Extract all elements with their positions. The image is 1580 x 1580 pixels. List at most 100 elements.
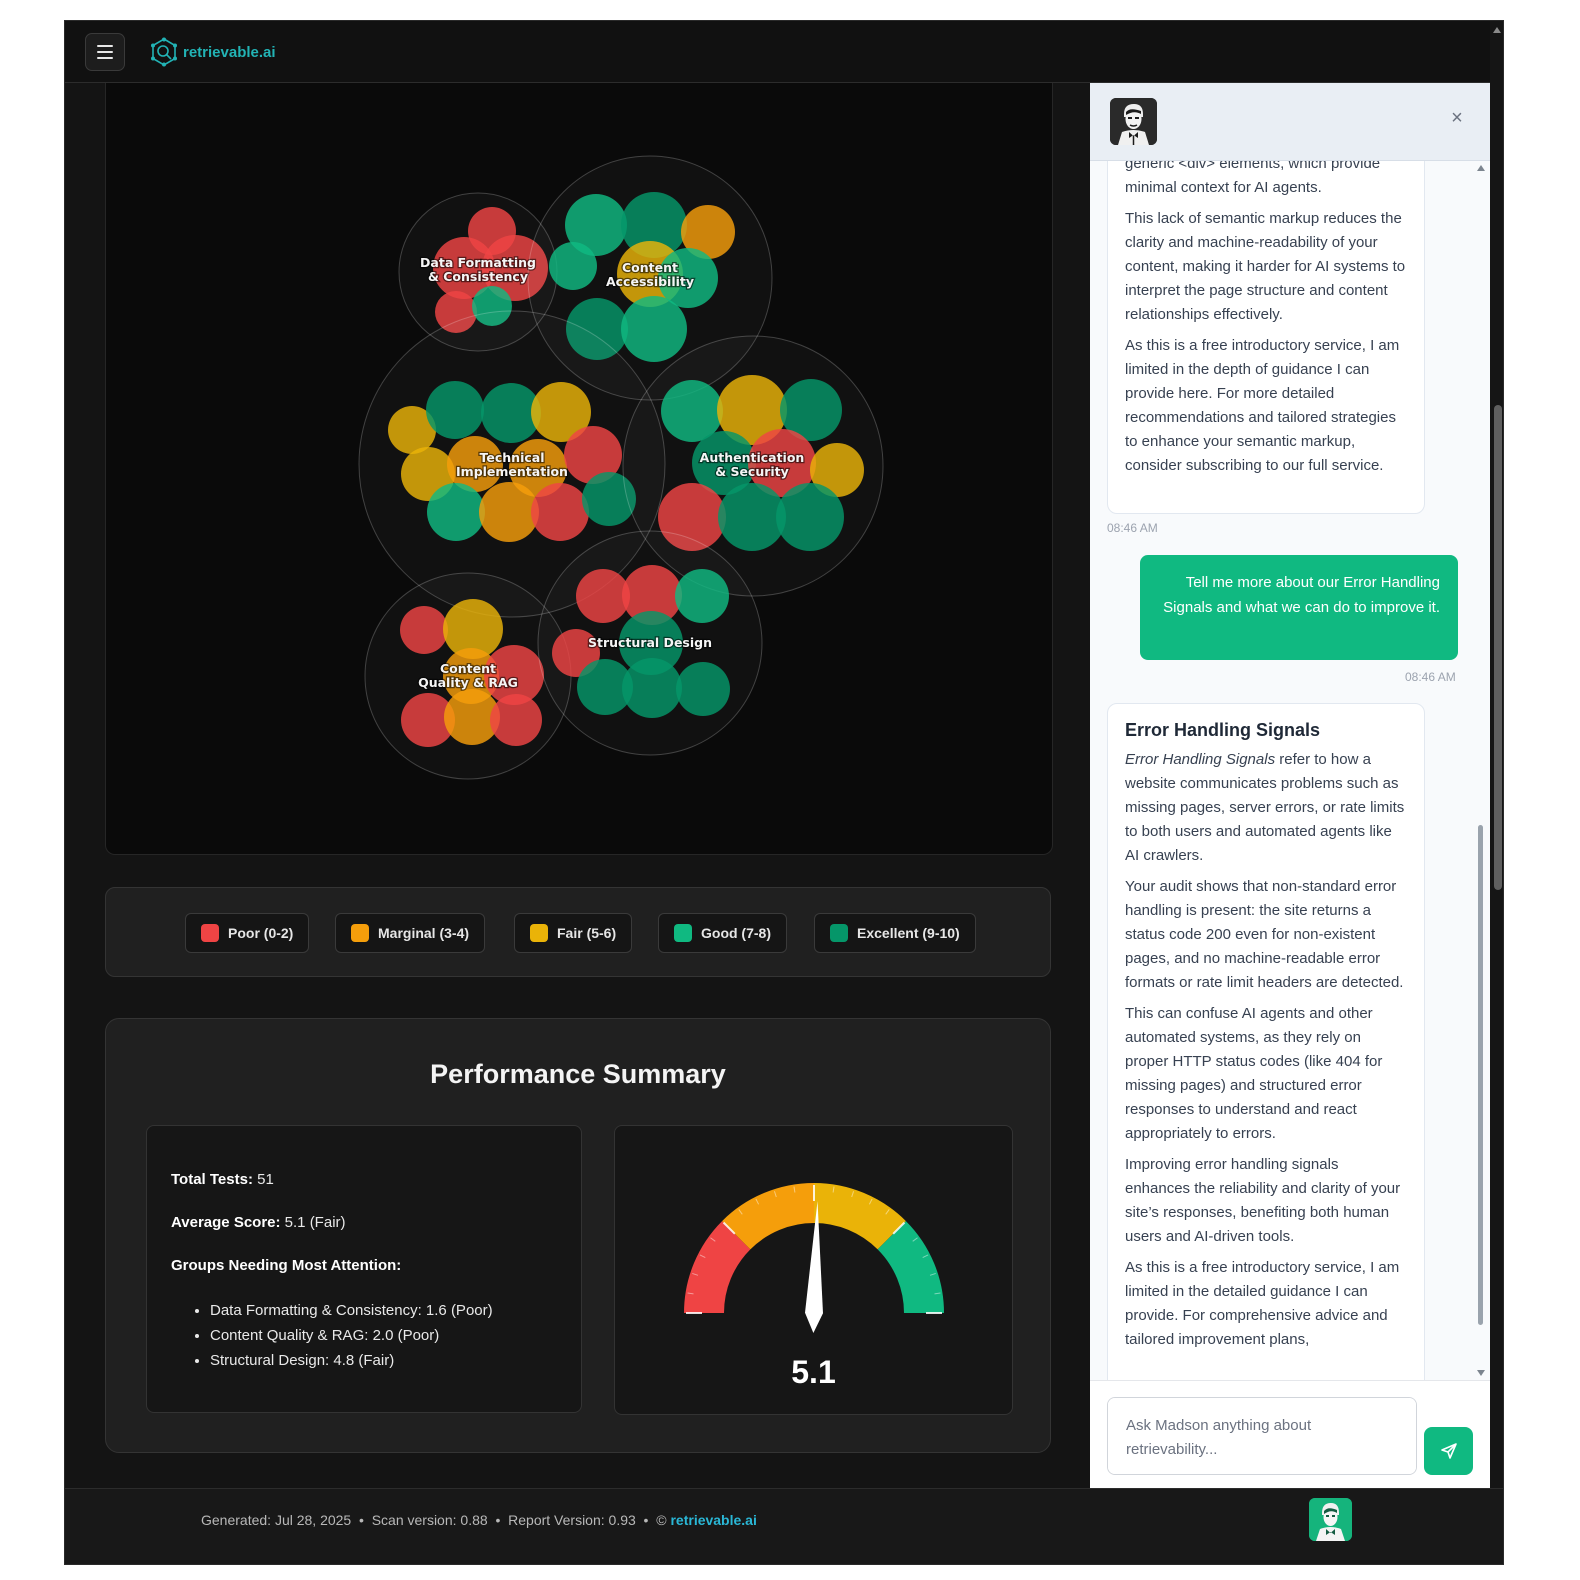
test-bubble[interactable] <box>531 483 589 541</box>
brand-logo[interactable]: retrievable.ai <box>149 37 276 67</box>
user-message: Tell me more about our Error Handling Si… <box>1140 555 1458 660</box>
bubble-group[interactable]: ContentQuality & RAG <box>364 572 572 780</box>
message-paragraph: As this is a free introductory service, … <box>1125 1259 1400 1348</box>
group-label: Accessibility <box>606 274 694 289</box>
chat-header: × <box>1090 83 1490 161</box>
message-text: generic <div> elements, which provide <box>1125 161 1381 172</box>
brand-name: retrievable.ai <box>183 43 276 61</box>
assistant-launcher-button[interactable] <box>1309 1498 1352 1541</box>
assistant-message: generic <div> elements, which provide min… <box>1107 161 1425 514</box>
performance-summary-panel: Performance Summary Total Tests: 51 Aver… <box>105 1018 1051 1453</box>
total-tests-line: Total Tests: 51 <box>171 1171 274 1188</box>
message-paragraph: Your audit shows that non-standard error… <box>1125 878 1404 991</box>
send-button[interactable] <box>1424 1427 1473 1475</box>
test-bubble[interactable] <box>661 380 723 442</box>
attention-list: Data Formatting & Consistency: 1.6 (Poor… <box>210 1298 493 1373</box>
legend-item[interactable]: Marginal (3-4) <box>335 913 486 953</box>
score-gauge <box>684 1183 944 1333</box>
test-bubble[interactable] <box>479 482 539 542</box>
scroll-down-icon[interactable] <box>1477 1370 1485 1376</box>
chat-close-button[interactable]: × <box>1446 107 1468 129</box>
footer-link[interactable]: retrievable.ai <box>670 1512 756 1528</box>
legend-item[interactable]: Fair (5-6) <box>514 913 633 953</box>
legend-swatch <box>674 924 692 942</box>
test-bubble[interactable] <box>400 606 448 654</box>
main-content: Data Formatting & Consistency Content Acces… <box>65 83 1090 1488</box>
bubble-group[interactable]: Structural Design <box>537 530 763 756</box>
assistant-portrait-icon <box>1110 98 1157 145</box>
assistant-message: Error Handling Signals Error Handling Si… <box>1107 703 1425 1380</box>
scroll-up-icon[interactable] <box>1493 27 1501 33</box>
message-paragraph: Improving error handling signals enhance… <box>1125 1156 1401 1245</box>
legend-swatch <box>201 924 219 942</box>
attention-item: Structural Design: 4.8 (Fair) <box>210 1348 493 1373</box>
legend-panel: Poor (0-2) Marginal (3-4) Fair (5-6) Good (… <box>105 887 1051 977</box>
test-bubble[interactable] <box>776 483 844 551</box>
message-text: minimal context for AI agents. <box>1125 179 1322 196</box>
chat-messages: generic <div> elements, which provide min… <box>1090 161 1490 1380</box>
legend-swatch <box>530 924 548 942</box>
legend-label: Marginal (3-4) <box>378 925 470 941</box>
page-scrollbar-thumb[interactable] <box>1494 405 1502 890</box>
message-paragraph: This lack of semantic markup reduces the… <box>1125 210 1406 323</box>
message-paragraph: This can confuse AI agents and other aut… <box>1125 1005 1383 1142</box>
legend-item[interactable]: Poor (0-2) <box>185 913 310 953</box>
group-label: Structural Design <box>588 635 712 650</box>
score-gauge-card: 5.1 <box>614 1125 1013 1415</box>
legend-item[interactable]: Good (7-8) <box>658 913 787 953</box>
app-window: retrievable.ai Data Formatting & Consiste… <box>64 20 1504 1565</box>
test-bubble[interactable] <box>549 242 597 290</box>
legend-item[interactable]: Excellent (9-10) <box>814 913 976 953</box>
average-score-line: Average Score: 5.1 (Fair) <box>171 1214 346 1231</box>
group-label: Implementation <box>456 464 568 479</box>
page-scrollbar[interactable] <box>1490 21 1503 1564</box>
attention-heading: Groups Needing Most Attention: <box>171 1257 402 1274</box>
hamburger-icon <box>97 45 113 47</box>
generated-date: Generated: Jul 28, 2025 <box>201 1512 352 1528</box>
test-bubble[interactable] <box>426 381 484 439</box>
attention-item: Content Quality & RAG: 2.0 (Poor) <box>210 1323 493 1348</box>
group-label: Technical <box>480 450 545 465</box>
message-timestamp: 08:46 AM <box>1107 521 1158 535</box>
group-label: Quality & RAG <box>418 675 518 690</box>
network-magnifier-icon <box>151 37 177 67</box>
hamburger-menu-button[interactable] <box>85 33 125 71</box>
assistant-avatar <box>1110 98 1157 145</box>
group-label: Data Formatting <box>420 255 536 270</box>
test-bubble[interactable] <box>676 662 730 716</box>
test-bubble[interactable] <box>621 296 687 362</box>
scroll-up-icon[interactable] <box>1477 165 1485 171</box>
message-heading: Error Handling Signals <box>1125 720 1321 740</box>
performance-summary-title: Performance Summary <box>430 1059 726 1089</box>
chat-input[interactable] <box>1107 1397 1417 1475</box>
send-icon <box>1440 1443 1457 1459</box>
chat-scrollbar-thumb[interactable] <box>1478 825 1483 1325</box>
legend-swatch <box>830 924 848 942</box>
total-tests-value: 51 <box>257 1171 274 1188</box>
group-label: Authentication <box>700 450 805 465</box>
average-score-value: 5.1 (Fair) <box>284 1214 346 1231</box>
bubble-chart-panel: Data Formatting & Consistency Content Acces… <box>105 83 1053 855</box>
test-bubble[interactable] <box>675 569 729 623</box>
test-bubble[interactable] <box>576 569 630 623</box>
chat-panel: × generic <div> elements, which provide m… <box>1090 83 1490 1488</box>
legend-label: Poor (0-2) <box>228 925 294 941</box>
test-bubble[interactable] <box>427 483 485 541</box>
test-bubble[interactable] <box>490 694 542 746</box>
message-emphasis: Error Handling Signals <box>1125 751 1276 768</box>
test-bubble[interactable] <box>622 658 682 718</box>
bubble-chart: Data Formatting& ConsistencyContentAcces… <box>358 155 884 780</box>
footer: Generated: Jul 28, 2025 • Scan version: … <box>65 1488 1503 1564</box>
top-bar: retrievable.ai <box>65 21 1503 83</box>
group-label: Content <box>440 661 496 676</box>
gauge-score-value: 5.1 <box>791 1354 836 1390</box>
close-icon: × <box>1451 107 1463 129</box>
legend-label: Fair (5-6) <box>557 925 617 941</box>
message-timestamp: 08:46 AM <box>1405 670 1456 684</box>
footer-info: Generated: Jul 28, 2025 • Scan version: … <box>201 1512 757 1528</box>
copyright-symbol: © <box>656 1512 667 1528</box>
legend-label: Good (7-8) <box>701 925 771 941</box>
test-bubble[interactable] <box>718 483 786 551</box>
stats-card: Total Tests: 51 Average Score: 5.1 (Fair… <box>146 1125 582 1413</box>
chat-scrollbar[interactable] <box>1475 161 1489 1380</box>
